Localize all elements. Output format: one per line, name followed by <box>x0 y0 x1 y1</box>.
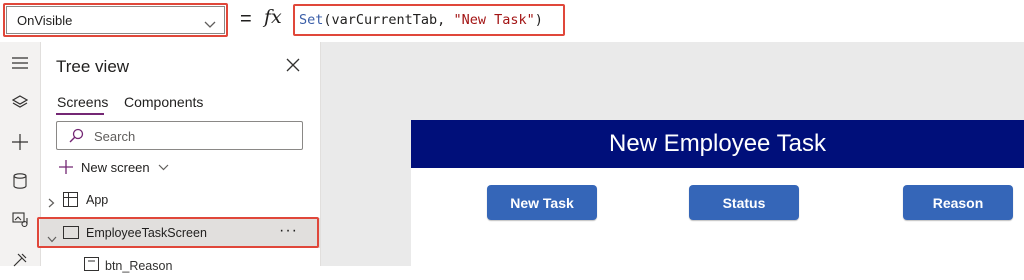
formula-close: ) <box>534 12 543 28</box>
tree-view-title: Tree view <box>56 57 130 76</box>
formula-text: Set(varCurrentTab, "New Task") <box>299 12 543 28</box>
selected-screen-highlight-box <box>37 217 319 248</box>
search-icon <box>69 128 84 148</box>
media-icon[interactable] <box>5 205 35 235</box>
database-icon[interactable] <box>5 166 35 196</box>
equals-sign: = <box>240 8 252 30</box>
reason-button[interactable]: Reason <box>903 185 1013 220</box>
tab-screens[interactable]: Screens <box>57 94 108 110</box>
active-tab-indicator <box>56 113 104 115</box>
formula-function: Set <box>299 12 324 28</box>
chevron-down-icon <box>158 164 169 171</box>
layers-icon[interactable] <box>5 87 35 117</box>
chevron-right-icon[interactable] <box>48 195 55 213</box>
formula-input[interactable]: Set(varCurrentTab, "New Task") <box>293 4 565 36</box>
app-icon <box>63 192 78 212</box>
plus-icon[interactable] <box>5 127 35 157</box>
tab-components[interactable]: Components <box>124 94 203 110</box>
tree-item-label: App <box>86 193 109 207</box>
close-icon[interactable] <box>286 58 302 74</box>
tree-item-app[interactable]: App <box>41 185 320 215</box>
search-input[interactable]: Search <box>56 121 303 150</box>
advanced-tools-icon[interactable] <box>5 245 35 275</box>
tree-item-label: btn_Reason <box>105 259 173 273</box>
formula-bar: OnVisible = fx Set(varCurrentTab, "New T… <box>0 0 1024 43</box>
fx-icon[interactable]: fx <box>264 6 282 28</box>
left-rail <box>0 42 41 267</box>
hamburger-menu-icon[interactable] <box>5 48 35 78</box>
new-task-button[interactable]: New Task <box>487 185 597 220</box>
button-control-icon <box>84 257 99 276</box>
search-placeholder: Search <box>94 129 136 144</box>
new-screen-label: New screen <box>81 159 150 175</box>
app-screen-preview[interactable]: New Employee Task New Task Status Reason <box>411 120 1024 266</box>
app-header: New Employee Task <box>411 120 1024 168</box>
new-screen-button[interactable]: New screen <box>59 157 169 177</box>
app-header-title: New Employee Task <box>609 130 826 157</box>
formula-string: "New Task" <box>453 12 535 28</box>
plus-icon <box>59 160 73 174</box>
formula-args: (varCurrentTab, <box>323 12 454 28</box>
property-highlight-box <box>3 3 228 37</box>
status-button[interactable]: Status <box>689 185 799 220</box>
tree-item-btn-reason[interactable]: btn_Reason <box>41 250 320 280</box>
